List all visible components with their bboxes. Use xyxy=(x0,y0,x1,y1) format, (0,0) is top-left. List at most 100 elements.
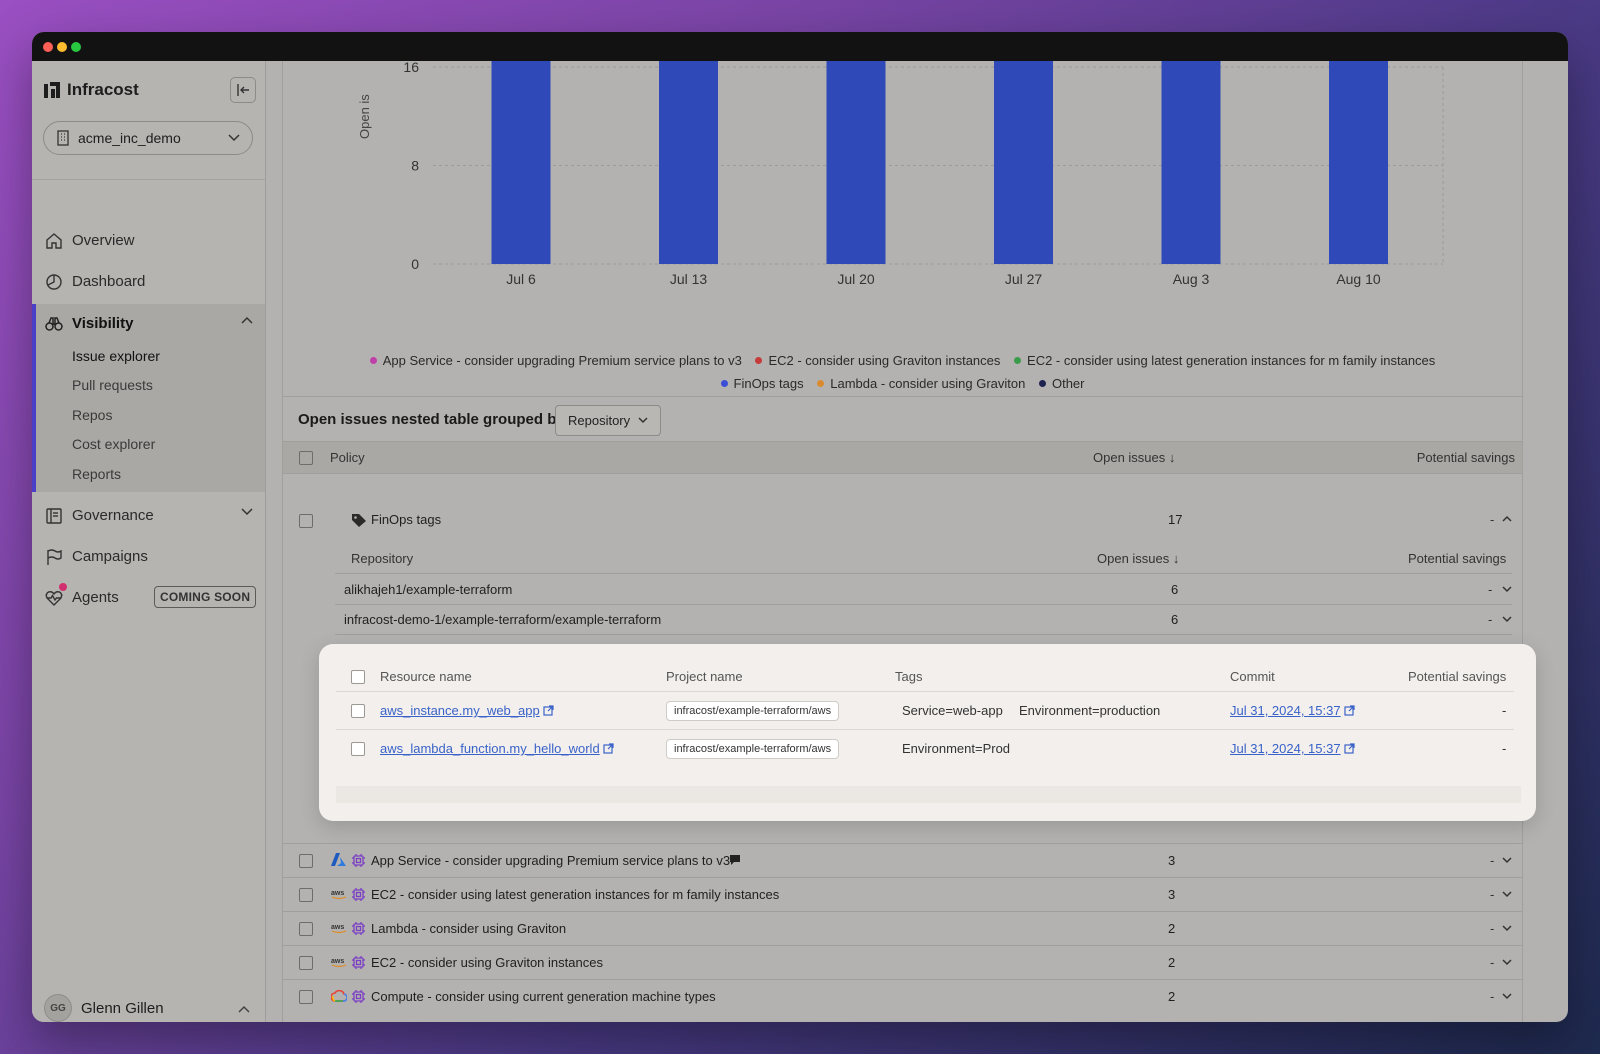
nav-repos[interactable]: Repos xyxy=(72,407,112,423)
header-open-issues[interactable]: Open issues ↓ xyxy=(1093,450,1175,465)
resource-checkbox[interactable] xyxy=(351,704,365,718)
policy-name[interactable]: App Service - consider upgrading Premium… xyxy=(371,853,730,868)
header-project-name[interactable]: Project name xyxy=(666,669,743,684)
policy-name[interactable]: Compute - consider using current generat… xyxy=(371,989,716,1004)
row-divider xyxy=(335,634,1512,635)
nav-campaigns[interactable]: Campaigns xyxy=(32,537,265,575)
chevron-down-icon[interactable] xyxy=(1502,925,1512,932)
collapse-sidebar-button[interactable] xyxy=(230,77,256,103)
user-menu[interactable]: GG Glenn Gillen xyxy=(44,994,164,1022)
infracost-logo[interactable]: Infracost xyxy=(43,80,139,100)
group-by-select[interactable]: Repository xyxy=(555,405,662,436)
row-checkbox[interactable] xyxy=(299,956,313,970)
chevron-down-icon[interactable] xyxy=(1502,959,1512,966)
y-axis-label: Open is xyxy=(357,94,372,139)
resource-name: aws_lambda_function.my_hello_world xyxy=(380,741,600,756)
chevron-down-icon[interactable] xyxy=(1502,586,1512,593)
x-tick-label: Jul 27 xyxy=(1005,271,1043,287)
row-divider xyxy=(283,843,1522,844)
aws-logo-icon: aws xyxy=(331,890,347,900)
chart-bar[interactable] xyxy=(491,61,551,264)
header-tags[interactable]: Tags xyxy=(895,669,922,684)
select-all-checkbox[interactable] xyxy=(299,451,313,465)
commit-link[interactable]: Jul 31, 2024, 15:37 xyxy=(1230,703,1355,718)
project-chip: infracost/example-terraform/aws xyxy=(666,739,840,759)
row-checkbox[interactable] xyxy=(299,922,313,936)
y-tick-label: 16 xyxy=(403,61,419,75)
legend-item[interactable]: EC2 - consider using Graviton instances xyxy=(755,353,1000,368)
repository-name[interactable]: infracost-demo-1/example-terraform/examp… xyxy=(344,612,661,627)
row-divider xyxy=(335,573,1512,574)
minimize-window-button[interactable] xyxy=(57,42,67,52)
nav-dashboard[interactable]: Dashboard xyxy=(32,262,265,300)
subheader-potential-savings[interactable]: Potential savings xyxy=(1408,551,1506,566)
x-tick-label: Aug 10 xyxy=(1336,271,1381,287)
commit-link[interactable]: Jul 31, 2024, 15:37 xyxy=(1230,741,1355,756)
chevron-up-icon[interactable] xyxy=(238,1005,250,1013)
resource-checkbox[interactable] xyxy=(351,742,365,756)
header-potential-savings[interactable]: Potential savings xyxy=(1408,669,1506,684)
chevron-down-icon[interactable] xyxy=(1502,857,1512,864)
repository-name[interactable]: alikhajeh1/example-terraform xyxy=(344,582,512,597)
header-commit[interactable]: Commit xyxy=(1230,669,1275,684)
chevron-down-icon[interactable] xyxy=(1502,993,1512,1000)
external-link-icon xyxy=(603,743,614,754)
nav-cost-explorer[interactable]: Cost explorer xyxy=(72,436,155,452)
row-divider xyxy=(283,979,1522,980)
chart-bar[interactable] xyxy=(826,61,886,264)
legend-item[interactable]: FinOps tags xyxy=(720,376,804,391)
resource-link[interactable]: aws_lambda_function.my_hello_world xyxy=(380,741,614,756)
legend-label: Other xyxy=(1051,376,1085,391)
nav-visibility[interactable]: Visibility xyxy=(32,304,265,342)
chevron-down-icon xyxy=(638,417,648,424)
subheader-open-issues[interactable]: Open issues ↓ xyxy=(1097,551,1179,566)
chart-bar[interactable] xyxy=(1329,61,1388,264)
nav-overview[interactable]: Overview xyxy=(32,221,265,259)
google-cloud-logo-icon xyxy=(330,989,348,1002)
legend-label: App Service - consider upgrading Premium… xyxy=(382,353,742,368)
close-window-button[interactable] xyxy=(43,42,53,52)
legend-item[interactable]: App Service - consider upgrading Premium… xyxy=(369,353,742,368)
policy-name[interactable]: EC2 - consider using latest generation i… xyxy=(371,887,779,902)
chevron-down-icon[interactable] xyxy=(1502,616,1512,623)
header-resource-name[interactable]: Resource name xyxy=(380,669,472,684)
row-checkbox[interactable] xyxy=(299,990,313,1004)
row-checkbox[interactable] xyxy=(299,514,313,528)
flag-icon xyxy=(47,549,62,565)
card-footer-strip xyxy=(336,786,1521,803)
chevron-down-icon[interactable] xyxy=(1502,891,1512,898)
row-checkbox[interactable] xyxy=(299,854,313,868)
row-checkbox[interactable] xyxy=(299,888,313,902)
header-potential-savings[interactable]: Potential savings xyxy=(1417,450,1515,465)
notification-dot xyxy=(59,583,67,591)
nav-governance[interactable]: Governance xyxy=(32,496,265,534)
legend-item[interactable]: Lambda - consider using Graviton xyxy=(817,376,1025,391)
header-policy[interactable]: Policy xyxy=(330,450,365,465)
potential-savings: - xyxy=(1490,512,1495,527)
policy-name[interactable]: Lambda - consider using Graviton xyxy=(371,921,566,936)
select-all-resources-checkbox[interactable] xyxy=(351,670,365,684)
org-selector[interactable]: acme_inc_demo xyxy=(43,121,253,155)
chart-bar[interactable] xyxy=(994,61,1053,264)
nav-pull-requests[interactable]: Pull requests xyxy=(72,377,153,393)
y-tick-label: 8 xyxy=(411,158,419,174)
nav-reports[interactable]: Reports xyxy=(72,466,121,482)
chart-bar[interactable] xyxy=(1161,61,1221,264)
policy-name[interactable]: FinOps tags xyxy=(371,512,441,527)
sidebar: Infracost acme_inc_demo Overview Dashboa… xyxy=(32,61,266,1022)
chart-bar[interactable] xyxy=(659,61,718,264)
tag-value: Service=web-app xyxy=(902,703,1003,718)
x-tick-label: Jul 13 xyxy=(670,271,708,287)
resource-link[interactable]: aws_instance.my_web_app xyxy=(380,703,554,718)
nav-issue-explorer[interactable]: Issue explorer xyxy=(72,348,160,364)
policy-name[interactable]: EC2 - consider using Graviton instances xyxy=(371,955,603,970)
legend-item[interactable]: EC2 - consider using latest generation i… xyxy=(1014,353,1435,368)
open-issues-count: 6 xyxy=(1171,612,1179,627)
chevron-up-icon[interactable] xyxy=(1502,515,1512,522)
subheader-repository[interactable]: Repository xyxy=(351,551,413,566)
legend-label: EC2 - consider using latest generation i… xyxy=(1027,353,1436,368)
legend-item[interactable]: Other xyxy=(1038,376,1085,391)
maximize-window-button[interactable] xyxy=(71,42,81,52)
chevron-up-icon xyxy=(241,316,253,324)
external-link-icon xyxy=(543,705,554,716)
